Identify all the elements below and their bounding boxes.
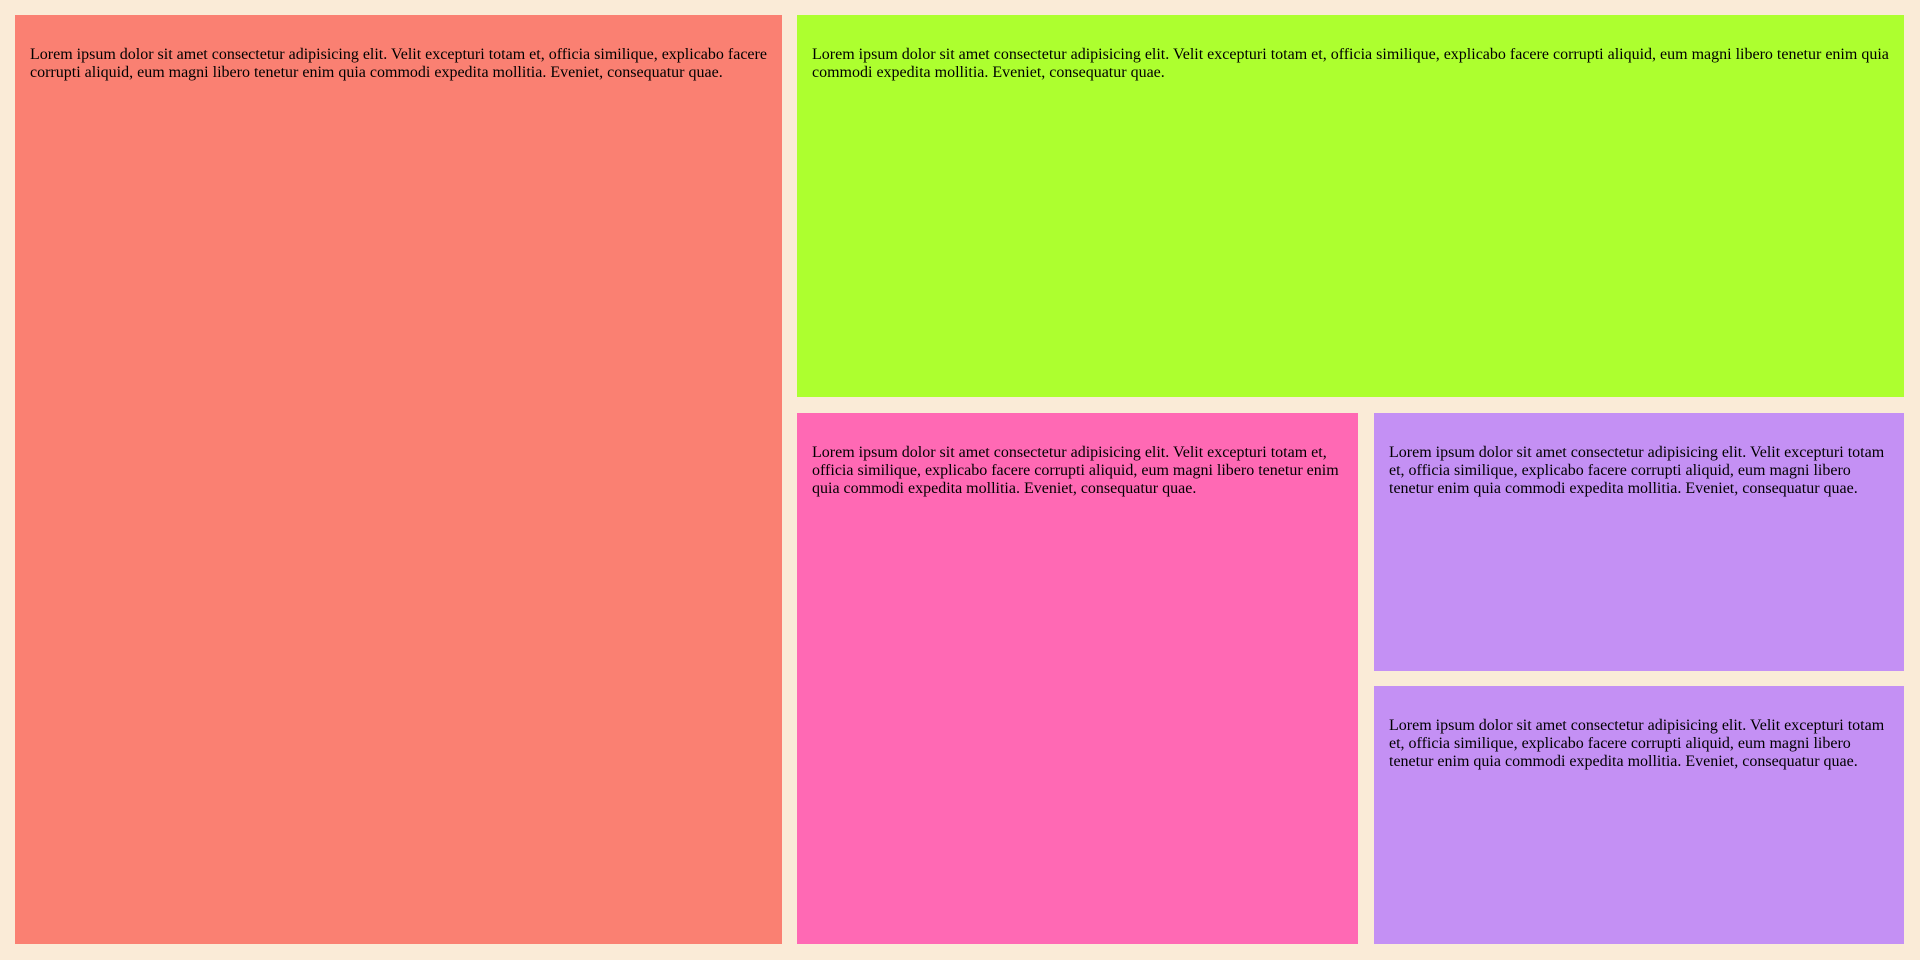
grid-layout: Lorem ipsum dolor sit amet consectetur a… bbox=[15, 15, 1904, 944]
panel-right-upper-text: Lorem ipsum dolor sit amet consectetur a… bbox=[1389, 444, 1885, 497]
panel-top: Lorem ipsum dolor sit amet consectetur a… bbox=[797, 15, 1904, 397]
panel-bottom-left: Lorem ipsum dolor sit amet consectetur a… bbox=[797, 413, 1358, 944]
panel-right-lower: Lorem ipsum dolor sit amet consectetur a… bbox=[1374, 686, 1904, 944]
bottom-row: Lorem ipsum dolor sit amet consectetur a… bbox=[797, 413, 1904, 944]
panel-right-upper: Lorem ipsum dolor sit amet consectetur a… bbox=[1374, 413, 1904, 671]
panel-bottom-left-text: Lorem ipsum dolor sit amet consectetur a… bbox=[812, 444, 1339, 497]
right-stack: Lorem ipsum dolor sit amet consectetur a… bbox=[1374, 413, 1904, 944]
panel-left-text: Lorem ipsum dolor sit amet consectetur a… bbox=[30, 46, 767, 81]
panel-top-text: Lorem ipsum dolor sit amet consectetur a… bbox=[812, 46, 1889, 81]
panel-right-lower-text: Lorem ipsum dolor sit amet consectetur a… bbox=[1389, 717, 1885, 770]
panel-left: Lorem ipsum dolor sit amet consectetur a… bbox=[15, 15, 782, 944]
right-column: Lorem ipsum dolor sit amet consectetur a… bbox=[797, 15, 1904, 944]
